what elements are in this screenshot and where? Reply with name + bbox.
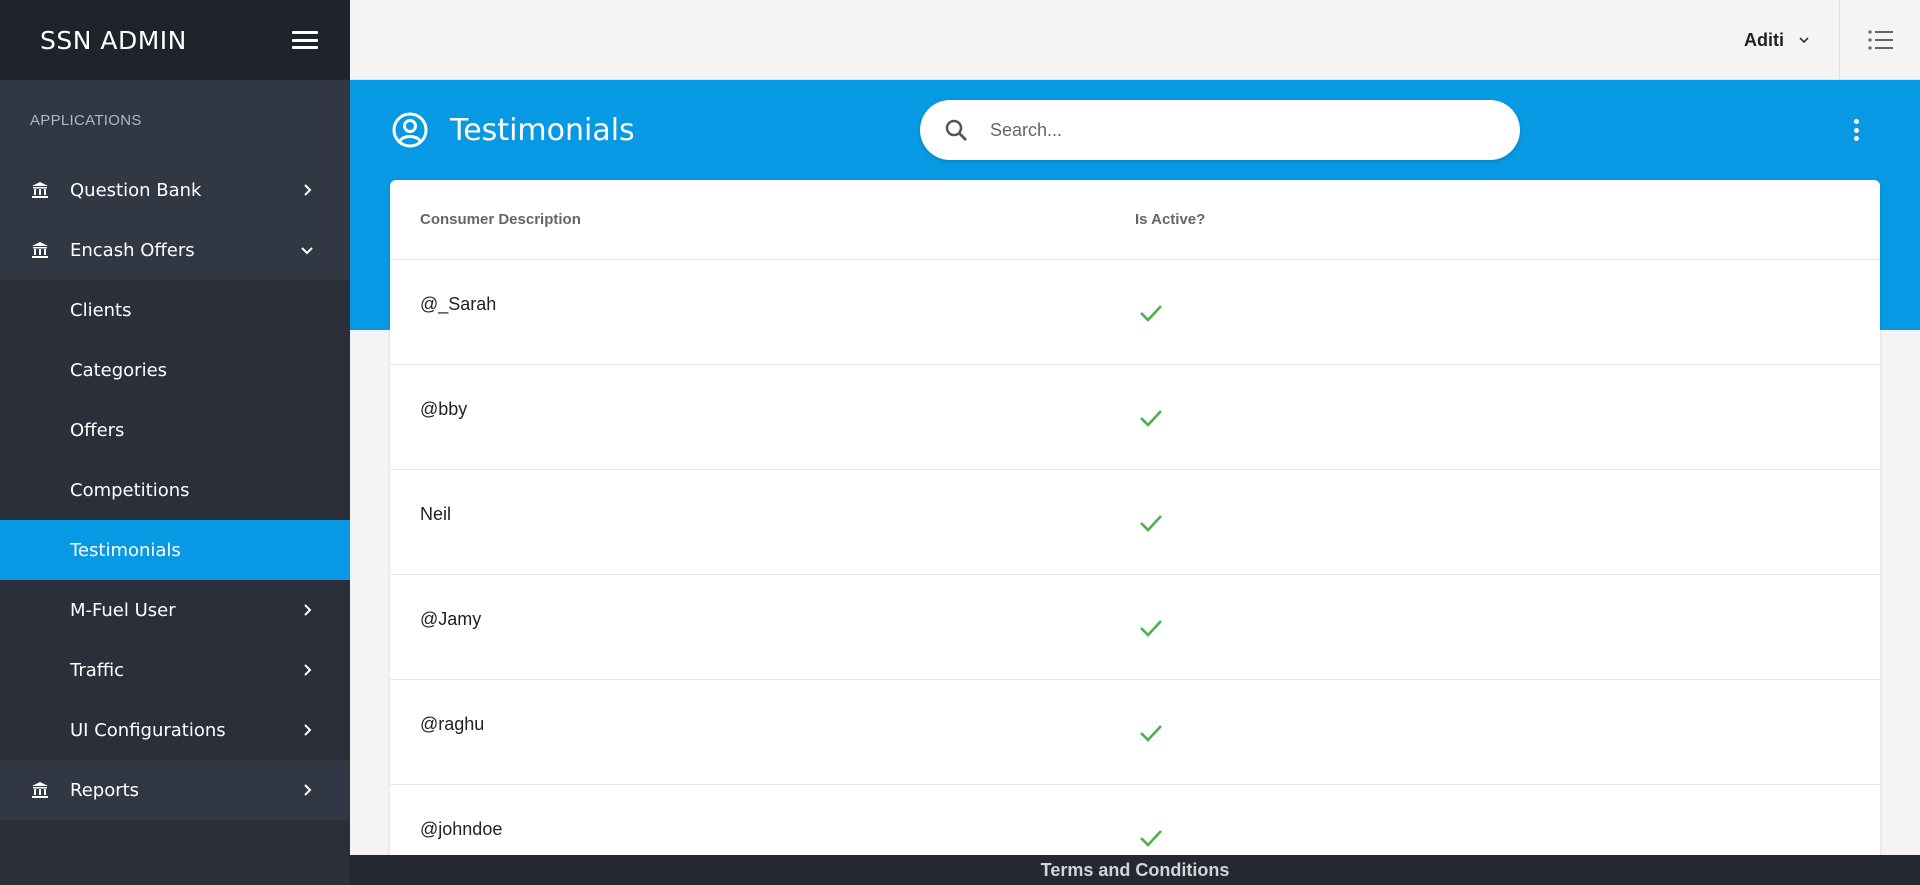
bank-icon xyxy=(32,182,48,198)
chevron-down-icon xyxy=(301,247,313,255)
hamburger-menu-icon[interactable] xyxy=(292,31,318,49)
sidebar-item-categories[interactable]: Categories xyxy=(0,340,350,400)
sidebar-item-ui-configurations[interactable]: UI Configurations xyxy=(0,700,350,760)
sidebar-item-clients[interactable]: Clients xyxy=(0,280,350,340)
table-row[interactable]: @_Sarah xyxy=(390,260,1880,365)
sidebar-item-traffic[interactable]: Traffic xyxy=(0,640,350,700)
terms-and-conditions-link[interactable]: Terms and Conditions xyxy=(1041,860,1230,881)
consumer-description-cell: Neil xyxy=(420,504,452,524)
table-row[interactable]: @bby xyxy=(390,365,1880,470)
brand-bar: SSN ADMIN xyxy=(0,0,350,80)
top-bar: Aditi xyxy=(350,0,1920,80)
consumer-description-cell: @bby xyxy=(420,399,468,419)
sidebar-item-label: M-Fuel User xyxy=(70,599,176,621)
sidebar-item-label: UI Configurations xyxy=(70,719,226,741)
bank-icon xyxy=(32,782,48,798)
list-menu-button[interactable] xyxy=(1840,0,1920,80)
table-row[interactable]: @johndoe xyxy=(390,785,1880,855)
consumer-description-cell: @Jamy xyxy=(420,609,482,629)
bank-icon xyxy=(32,242,48,258)
search-input[interactable] xyxy=(990,119,1470,141)
table-row[interactable]: @raghu xyxy=(390,680,1880,785)
check-icon xyxy=(1140,725,1162,742)
sidebar-item-testimonials[interactable]: Testimonials xyxy=(0,520,350,580)
more-options-icon[interactable] xyxy=(1844,115,1868,145)
sidebar-item-label: Competitions xyxy=(70,479,190,501)
chevron-right-icon xyxy=(304,184,312,196)
account-circle-icon xyxy=(392,112,428,148)
search-icon xyxy=(945,119,967,141)
check-icon xyxy=(1140,410,1162,427)
sidebar: SSN ADMIN APPLICATIONS Question Bank Enc… xyxy=(0,0,350,885)
brand-name: SSN ADMIN xyxy=(40,25,187,55)
sidebar-item-label: Testimonials xyxy=(70,539,181,561)
sidebar-item-encash-offers[interactable]: Encash Offers xyxy=(0,220,350,280)
sidebar-item-offers[interactable]: Offers xyxy=(0,400,350,460)
user-name: Aditi xyxy=(1744,29,1784,50)
page-header: Testimonials xyxy=(392,112,635,148)
chevron-right-icon xyxy=(304,604,312,616)
column-header-consumer-description[interactable]: Consumer Description xyxy=(420,211,581,228)
column-header-is-active[interactable]: Is Active? xyxy=(1135,211,1205,228)
user-menu[interactable]: Aditi xyxy=(1744,0,1810,80)
sidebar-item-reports[interactable]: Reports xyxy=(0,760,350,820)
testimonials-table: Consumer Description Is Active? @_Sarah … xyxy=(390,180,1880,855)
consumer-description-cell: @johndoe xyxy=(420,819,503,839)
sidebar-item-label: Categories xyxy=(70,359,168,381)
search-bar xyxy=(920,100,1520,160)
consumer-description-cell: @raghu xyxy=(420,714,485,734)
table-row[interactable]: @Jamy xyxy=(390,575,1880,680)
chevron-right-icon xyxy=(304,724,312,736)
check-icon xyxy=(1140,515,1162,532)
sidebar-item-label: Question Bank xyxy=(70,179,202,201)
table-row[interactable]: Neil xyxy=(390,470,1880,575)
check-icon xyxy=(1140,305,1162,322)
chevron-right-icon xyxy=(304,664,312,676)
sidebar-item-label: Encash Offers xyxy=(70,239,195,261)
sidebar-item-question-bank[interactable]: Question Bank xyxy=(0,160,350,220)
consumer-description-cell: @_Sarah xyxy=(420,294,497,314)
section-label: APPLICATIONS xyxy=(0,80,350,160)
table-header: Consumer Description Is Active? xyxy=(390,180,1880,260)
check-icon xyxy=(1140,830,1162,847)
list-icon xyxy=(1868,30,1893,50)
sidebar-item-competitions[interactable]: Competitions xyxy=(0,460,350,520)
sidebar-item-label: Reports xyxy=(70,779,140,801)
sidebar-item-label: Traffic xyxy=(70,659,125,681)
sidebar-item-label: Clients xyxy=(70,299,132,321)
chevron-right-icon xyxy=(304,784,312,796)
check-icon xyxy=(1140,620,1162,637)
chevron-down-icon xyxy=(1799,37,1809,44)
footer: Terms and Conditions xyxy=(350,855,1920,885)
page-title: Testimonials xyxy=(450,112,635,148)
sidebar-item-label: Offers xyxy=(70,419,125,441)
sidebar-item-m-fuel-user[interactable]: M-Fuel User xyxy=(0,580,350,640)
